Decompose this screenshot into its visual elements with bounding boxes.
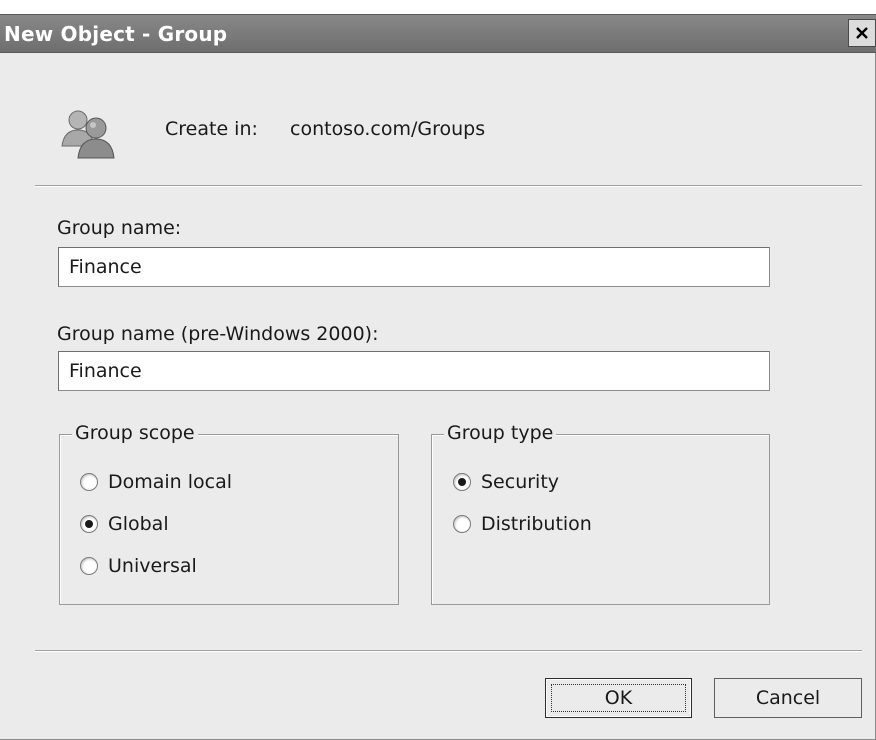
create-in-value: contoso.com/Groups	[290, 118, 486, 140]
radio-security[interactable]: Security	[453, 471, 559, 493]
cancel-button-label: Cancel	[755, 687, 821, 709]
group-name-pre2000-input[interactable]	[58, 351, 770, 391]
focus-ring	[551, 684, 686, 712]
radio-label: Global	[108, 513, 169, 535]
radio-button-icon[interactable]	[80, 557, 98, 575]
radio-label: Domain local	[108, 471, 233, 493]
radio-label: Universal	[108, 555, 197, 577]
radio-button-icon[interactable]	[80, 515, 98, 533]
create-in-label: Create in:	[165, 118, 258, 140]
radio-button-icon[interactable]	[453, 515, 471, 533]
radio-universal[interactable]: Universal	[80, 555, 197, 577]
close-button[interactable]	[848, 19, 876, 47]
group-type-legend: Group type	[444, 422, 557, 444]
radio-label: Security	[481, 471, 560, 493]
group-name-pre2000-label: Group name (pre-Windows 2000):	[57, 323, 379, 345]
radio-button-icon[interactable]	[80, 473, 98, 491]
radio-distribution[interactable]: Distribution	[453, 513, 592, 535]
title-bar[interactable]: New Object - Group	[0, 14, 876, 53]
radio-domain-local[interactable]: Domain local	[80, 471, 232, 493]
top-separator	[35, 185, 862, 187]
new-object-group-dialog: New Object - Group Create in: contoso.co…	[0, 0, 876, 740]
group-icon	[61, 110, 115, 159]
window-title: New Object - Group	[4, 22, 228, 46]
screen-top-strip	[0, 0, 876, 14]
group-name-label: Group name:	[57, 217, 182, 239]
radio-label: Distribution	[481, 513, 592, 535]
bottom-separator	[35, 650, 862, 652]
group-name-input[interactable]	[58, 247, 770, 287]
group-scope-legend: Group scope	[72, 422, 198, 444]
close-icon	[856, 27, 868, 39]
radio-global[interactable]: Global	[80, 513, 169, 535]
cancel-button[interactable]: Cancel	[714, 678, 862, 718]
radio-button-icon[interactable]	[453, 473, 471, 491]
ok-button[interactable]: OK	[545, 678, 692, 718]
